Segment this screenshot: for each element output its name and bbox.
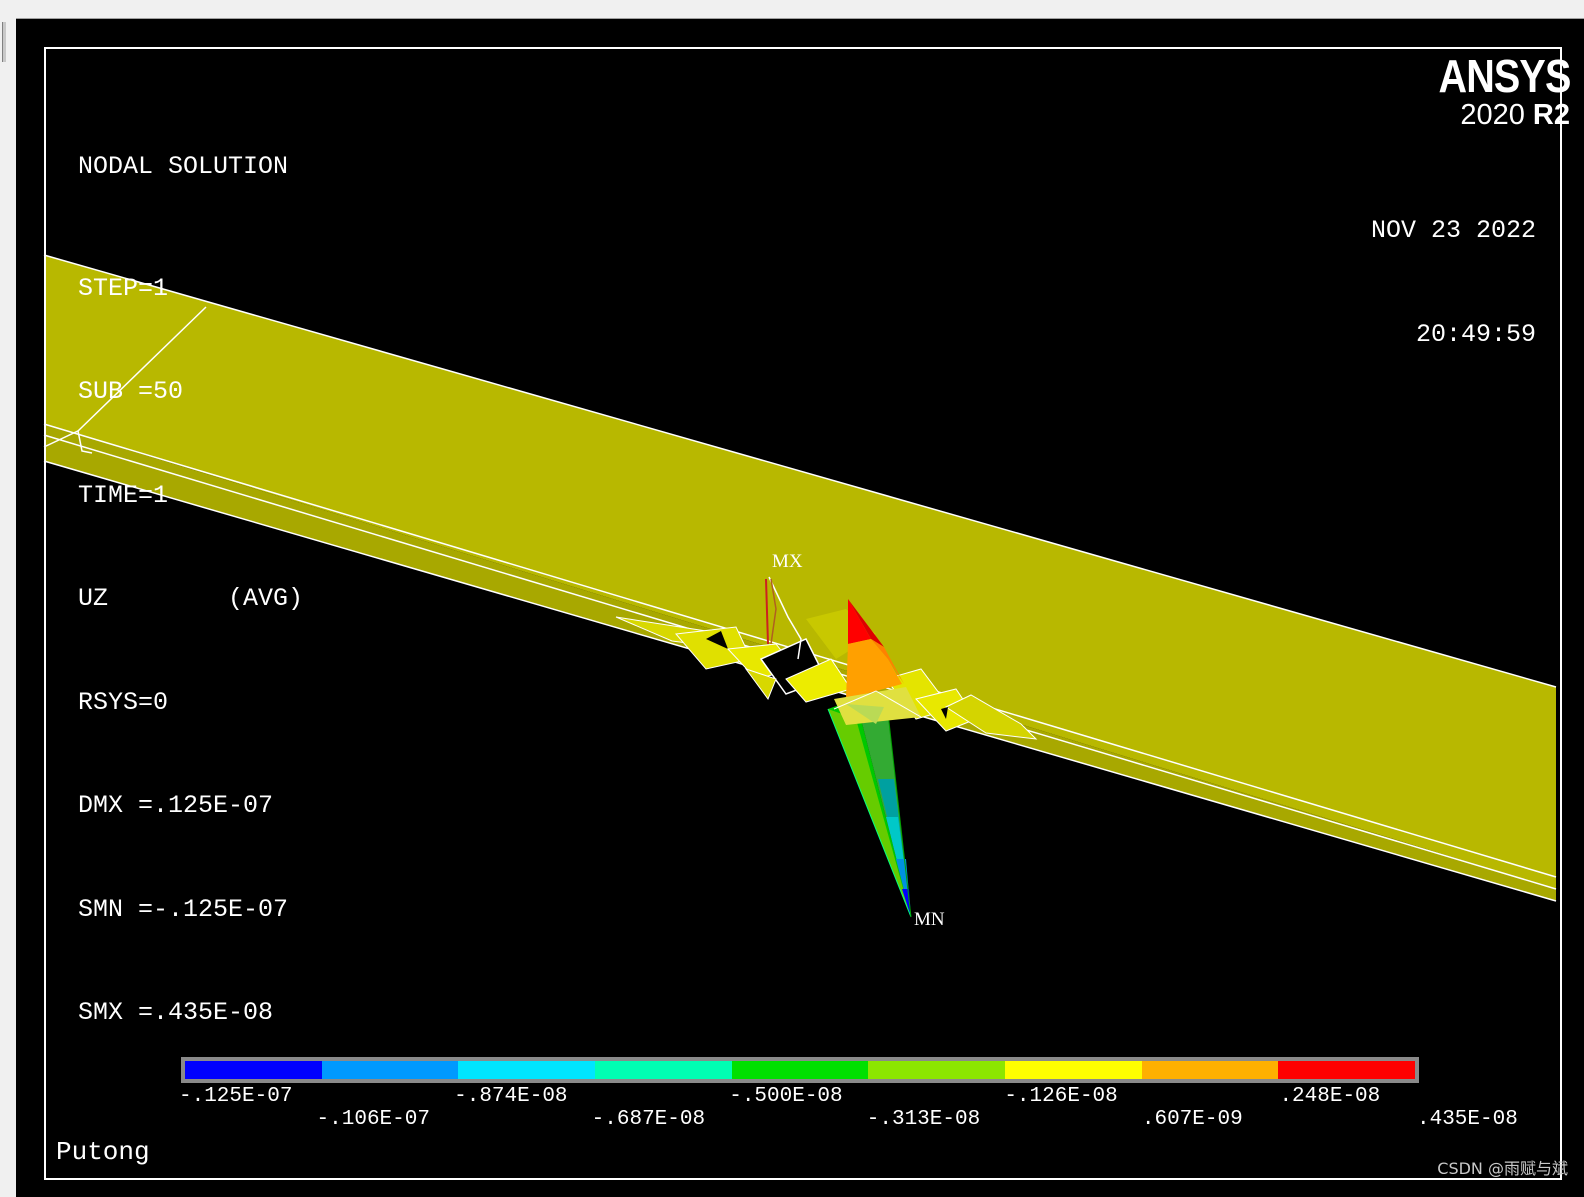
- legend-swatch: [595, 1061, 732, 1079]
- legend-tick-label: -.874E-08: [454, 1085, 568, 1108]
- plot-title: NODAL SOLUTION: [78, 152, 289, 181]
- logo-version: 2020 R2: [1417, 99, 1570, 131]
- contour-legend-bar: [181, 1057, 1419, 1083]
- legend-swatch: [1278, 1061, 1416, 1079]
- legend-swatch: [868, 1061, 1006, 1079]
- legend-tick-label: -.126E-08: [1004, 1085, 1118, 1108]
- legend-tick-label: -.125E-07: [179, 1085, 293, 1108]
- info-line-dmx: DMX =.125E-07: [78, 791, 274, 820]
- legend-swatch: [185, 1061, 322, 1079]
- solution-info: NODAL SOLUTION STEP=1 SUB =50 TIME=1 UZ …: [78, 81, 303, 1100]
- legend-swatch: [1141, 1061, 1279, 1079]
- jobname-label: Putong: [56, 1137, 150, 1167]
- legend-tick-label: -.313E-08: [866, 1108, 981, 1131]
- legend-swatch: [458, 1061, 596, 1079]
- logo-version-year: 2020: [1460, 99, 1525, 131]
- ansys-logo: ANSYS 2020 R2: [1417, 50, 1571, 131]
- logo-release: R2: [1532, 99, 1570, 131]
- plot-date: NOV 23 2022: [1370, 216, 1536, 245]
- info-line-time: TIME=1: [78, 480, 169, 510]
- legend-swatch: [731, 1061, 869, 1079]
- legend-swatch: [321, 1061, 459, 1079]
- info-line-component: UZ (AVG): [78, 584, 304, 613]
- info-line-smx: SMX =.435E-08: [78, 998, 274, 1027]
- graphics-viewport[interactable]: NODAL SOLUTION STEP=1 SUB =50 TIME=1 UZ …: [16, 19, 1584, 1197]
- window-top-border: [0, 0, 1584, 19]
- info-line-step: STEP=1: [78, 273, 169, 303]
- splitter-handle[interactable]: [2, 22, 6, 62]
- info-line-rsys: RSYS=0: [78, 687, 169, 717]
- min-marker-label: MN: [914, 909, 945, 930]
- logo-brand: ANSYS: [1438, 50, 1571, 102]
- info-line-smn: SMN =-.125E-07: [78, 894, 289, 924]
- legend-tick-label: -.687E-08: [591, 1108, 706, 1131]
- legend-tick-label: .607E-09: [1141, 1108, 1243, 1131]
- legend-tick-label: -.500E-08: [729, 1085, 843, 1108]
- datetime-stamp: NOV 23 2022 20:49:59: [1371, 145, 1536, 421]
- legend-tick-label: -.106E-07: [316, 1108, 430, 1131]
- info-line-sub: SUB =50: [78, 377, 184, 406]
- legend-tick-label: .435E-08: [1417, 1108, 1518, 1131]
- legend-tick-label: .248E-08: [1279, 1085, 1381, 1108]
- legend-swatch: [1005, 1061, 1142, 1079]
- watermark: CSDN @雨赋与斌: [1437, 1159, 1568, 1178]
- plot-time: 20:49:59: [1415, 319, 1536, 349]
- window-left-border: [0, 18, 16, 1197]
- max-marker-label: MX: [772, 551, 803, 572]
